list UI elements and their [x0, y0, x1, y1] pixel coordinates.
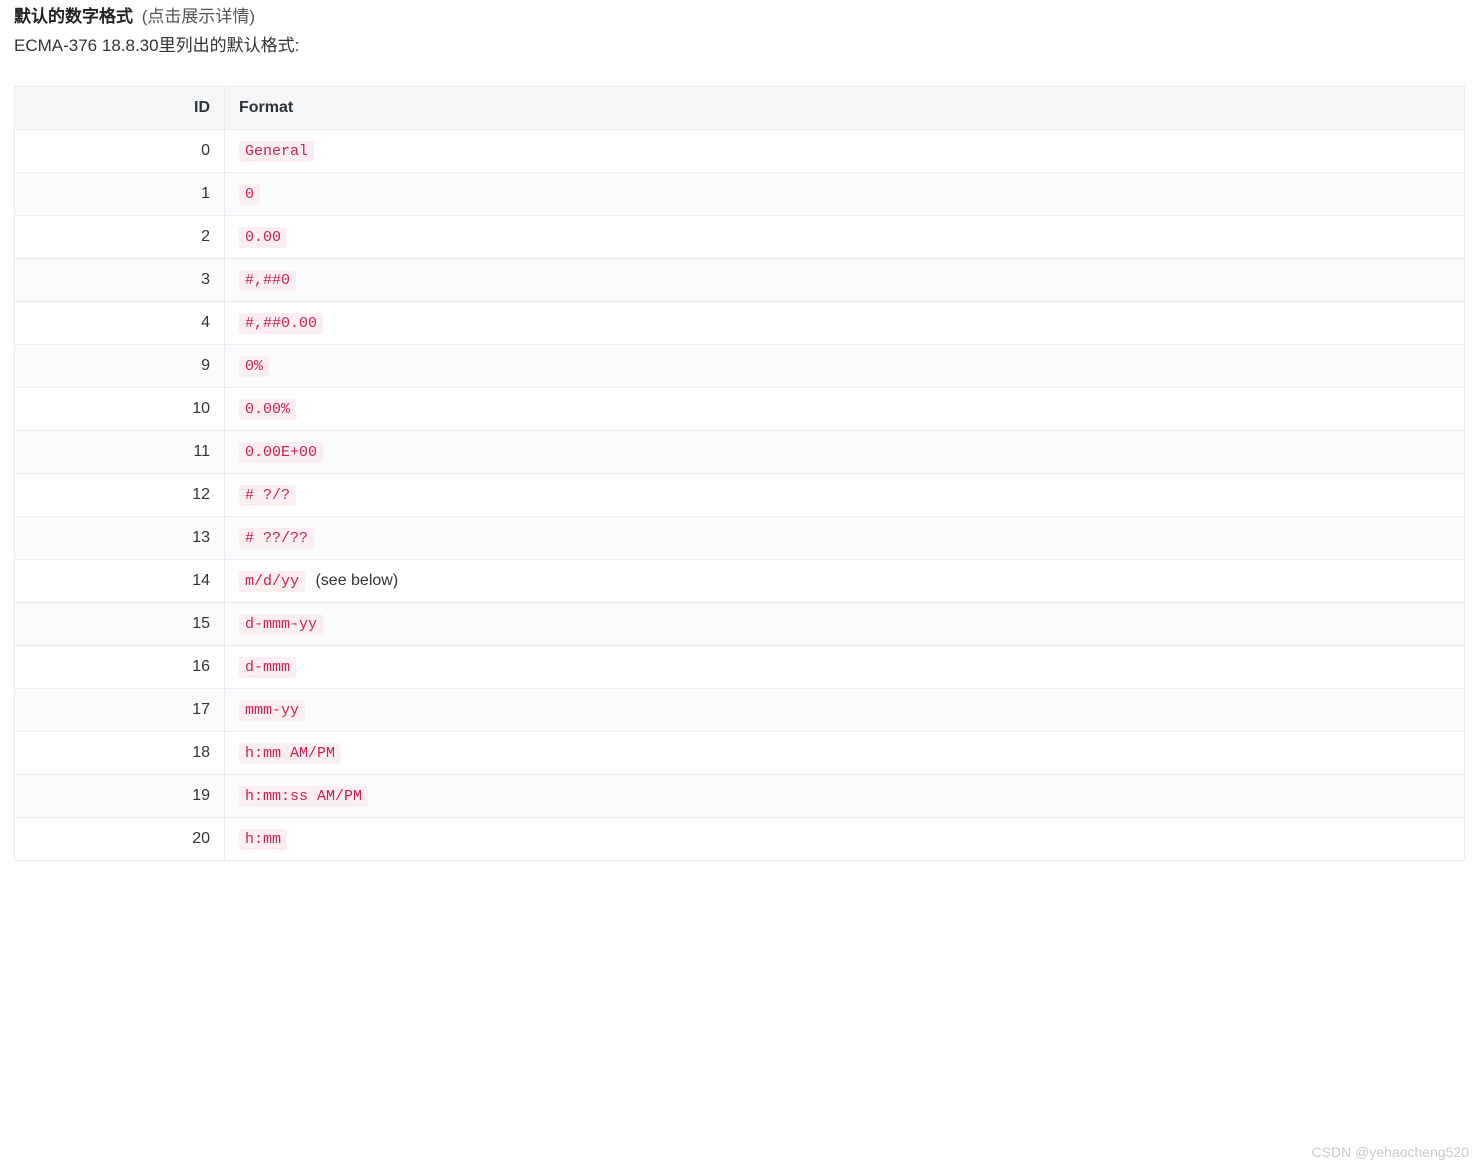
section-heading[interactable]: 默认的数字格式 (点击展示详情) [14, 2, 1465, 27]
cell-format: h:mm [225, 818, 1465, 861]
cell-id: 10 [15, 388, 225, 431]
cell-format: m/d/yy (see below) [225, 560, 1465, 603]
format-table: ID Format 0General1020.003#,##04#,##0.00… [14, 86, 1465, 861]
cell-format: h:mm AM/PM [225, 732, 1465, 775]
table-row: 3 #,##0 [15, 259, 1465, 302]
format-code: 0% [239, 356, 269, 377]
section-subheading: ECMA-376 18.8.30里列出的默认格式: [14, 31, 1465, 56]
cell-id: 20 [15, 818, 225, 861]
cell-format: 0 [225, 173, 1465, 216]
cell-format: h:mm:ss AM/PM [225, 775, 1465, 818]
format-code: General [239, 141, 314, 162]
format-code: d-mmm-yy [239, 614, 323, 635]
cell-format: mmm-yy [225, 689, 1465, 732]
format-code: # ?/? [239, 485, 296, 506]
cell-format: #,##0.00 [225, 302, 1465, 345]
table-row: 15 d-mmm-yy [15, 603, 1465, 646]
table-header-row: ID Format [15, 87, 1465, 130]
format-code: # ??/?? [239, 528, 314, 549]
cell-id: 14 [15, 560, 225, 603]
table-row: 13 # ??/?? [15, 517, 1465, 560]
format-suffix: (see below) [311, 572, 398, 589]
cell-format: d-mmm-yy [225, 603, 1465, 646]
cell-id: 0 [15, 130, 225, 173]
format-code: d-mmm [239, 657, 296, 678]
cell-id: 12 [15, 474, 225, 517]
cell-format: # ??/?? [225, 517, 1465, 560]
section-hint: (点击展示详情) [142, 7, 255, 26]
table-row: 20.00 [15, 216, 1465, 259]
cell-format: # ?/? [225, 474, 1465, 517]
cell-id: 13 [15, 517, 225, 560]
format-code: 0 [239, 184, 260, 205]
table-row: 12 # ?/? [15, 474, 1465, 517]
table-row: 17 mmm-yy [15, 689, 1465, 732]
table-row: 19 h:mm:ss AM/PM [15, 775, 1465, 818]
col-header-format: Format [225, 87, 1465, 130]
table-row: 16 d-mmm [15, 646, 1465, 689]
col-header-id: ID [15, 87, 225, 130]
cell-id: 16 [15, 646, 225, 689]
table-row: 11 0.00E+00 [15, 431, 1465, 474]
cell-id: 3 [15, 259, 225, 302]
cell-format: 0% [225, 345, 1465, 388]
section-title: 默认的数字格式 [14, 7, 133, 26]
format-code: mmm-yy [239, 700, 305, 721]
table-row: 18 h:mm AM/PM [15, 732, 1465, 775]
cell-format: 0.00 [225, 216, 1465, 259]
cell-format: 0.00E+00 [225, 431, 1465, 474]
format-code: h:mm [239, 829, 287, 850]
table-row: 0 General [15, 130, 1465, 173]
format-code: 0.00 [239, 227, 287, 248]
cell-id: 9 [15, 345, 225, 388]
cell-id: 1 [15, 173, 225, 216]
cell-format: General [225, 130, 1465, 173]
table-row: 20 h:mm [15, 818, 1465, 861]
format-code: h:mm AM/PM [239, 743, 341, 764]
table-row: 10 [15, 173, 1465, 216]
cell-id: 18 [15, 732, 225, 775]
cell-id: 19 [15, 775, 225, 818]
cell-id: 4 [15, 302, 225, 345]
table-row: 14m/d/yy (see below) [15, 560, 1465, 603]
cell-id: 15 [15, 603, 225, 646]
format-code: #,##0.00 [239, 313, 323, 334]
cell-format: #,##0 [225, 259, 1465, 302]
watermark: CSDN @yehaocheng520 [1312, 1144, 1469, 1160]
format-code: m/d/yy [239, 571, 305, 592]
cell-id: 17 [15, 689, 225, 732]
cell-id: 11 [15, 431, 225, 474]
cell-format: d-mmm [225, 646, 1465, 689]
format-code: 0.00% [239, 399, 296, 420]
cell-format: 0.00% [225, 388, 1465, 431]
format-code: #,##0 [239, 270, 296, 291]
table-row: 10 0.00% [15, 388, 1465, 431]
table-row: 4 #,##0.00 [15, 302, 1465, 345]
format-code: 0.00E+00 [239, 442, 323, 463]
format-code: h:mm:ss AM/PM [239, 786, 368, 807]
cell-id: 2 [15, 216, 225, 259]
table-row: 9 0% [15, 345, 1465, 388]
